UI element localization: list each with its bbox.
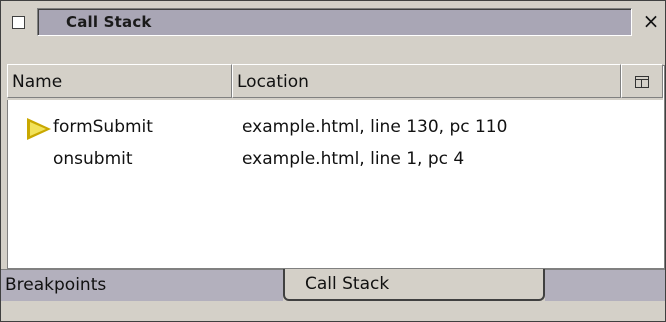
tab-breakpoints[interactable]: Breakpoints (1, 269, 283, 301)
column-header-location[interactable]: Location (232, 64, 621, 98)
column-header-row: Name Location (7, 64, 663, 100)
tab-call-stack[interactable]: Call Stack (283, 269, 545, 301)
column-picker-icon (635, 76, 649, 88)
title-panel: Call Stack (37, 8, 632, 36)
stack-frame-row[interactable]: formSubmit example.html, line 130, pc 11… (7, 114, 663, 146)
stack-frame-row[interactable]: onsubmit example.html, line 1, pc 4 (7, 146, 663, 178)
call-stack-window: Call Stack × Name Location formSubmit ex… (0, 0, 666, 322)
frame-location: example.html, line 130, pc 110 (242, 117, 508, 137)
current-frame-arrow-icon (27, 118, 51, 140)
close-icon[interactable]: × (641, 9, 661, 33)
stack-rows: formSubmit example.html, line 130, pc 11… (7, 114, 663, 178)
tab-bar: Breakpoints Call Stack (1, 269, 665, 321)
panel-title: Call Stack (66, 13, 152, 31)
tab-bar-filler (545, 269, 665, 301)
frame-name: formSubmit (53, 117, 153, 137)
title-bar: Call Stack × (1, 1, 665, 43)
frame-location: example.html, line 1, pc 4 (242, 149, 465, 169)
column-picker-button[interactable] (621, 64, 663, 98)
column-header-name[interactable]: Name (7, 64, 232, 98)
panel-toggle-checkbox[interactable] (12, 16, 25, 29)
frame-name: onsubmit (53, 149, 133, 169)
